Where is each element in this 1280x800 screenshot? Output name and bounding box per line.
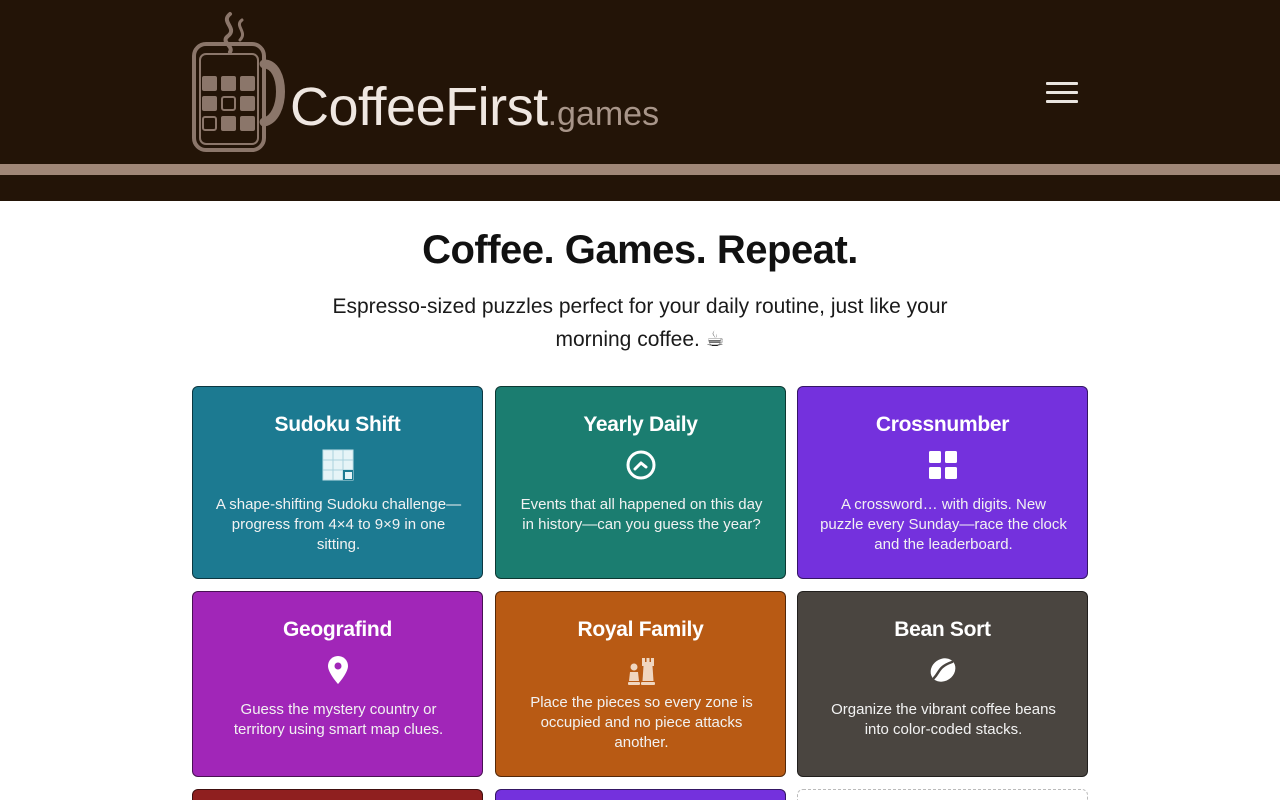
game-card-royal-family[interactable]: Royal Family Place the pieces so every z… bbox=[495, 591, 786, 777]
game-description: A crossword… with digits. New puzzle eve… bbox=[820, 496, 1067, 553]
game-description: Organize the vibrant coffee beans into c… bbox=[831, 701, 1056, 738]
game-card-geografind[interactable]: Geografind Guess the mystery country or … bbox=[192, 591, 483, 777]
brand-tld: .games bbox=[547, 95, 660, 133]
game-card-partial[interactable] bbox=[192, 789, 483, 800]
game-title: Geografind bbox=[282, 618, 392, 641]
game-title: Royal Family bbox=[577, 618, 704, 641]
brand-main: CoffeeFirst bbox=[290, 77, 548, 137]
map-pin-icon bbox=[328, 656, 348, 684]
game-title: Sudoku Shift bbox=[274, 413, 401, 436]
game-card-bean-sort[interactable]: Bean Sort Organize the vibrant coffee be… bbox=[797, 591, 1088, 777]
clock-icon bbox=[626, 450, 656, 480]
site-logo[interactable]: CoffeeFirst.games bbox=[190, 10, 659, 155]
coffee-bean-icon bbox=[930, 658, 956, 682]
brand-name: CoffeeFirst.games bbox=[290, 76, 659, 138]
hamburger-menu-icon[interactable] bbox=[1046, 80, 1080, 106]
game-card-yearly-daily[interactable]: Yearly Daily Events that all happened on… bbox=[495, 386, 786, 579]
sudoku-grid-icon bbox=[322, 449, 354, 481]
game-card-crossnumber[interactable]: Crossnumber A crossword… with digits. Ne… bbox=[797, 386, 1088, 579]
game-title: Yearly Daily bbox=[583, 413, 698, 436]
game-card-sudoku-shift[interactable]: Sudoku Shift A shape-shifting Sudoku cha… bbox=[192, 386, 483, 579]
game-description: Events that all happened on this day in … bbox=[520, 496, 763, 533]
game-description: A shape-shifting Sudoku challenge—progre… bbox=[215, 496, 462, 553]
chess-pieces-icon bbox=[628, 658, 655, 685]
game-title: Crossnumber bbox=[875, 413, 1010, 436]
site-header: CoffeeFirst.games bbox=[0, 0, 1280, 201]
game-card-placeholder bbox=[797, 789, 1088, 800]
game-card-partial[interactable] bbox=[495, 789, 786, 800]
game-title: Bean Sort bbox=[894, 618, 991, 641]
game-description: Guess the mystery country or territory u… bbox=[233, 701, 444, 738]
grid-squares-icon bbox=[929, 451, 957, 479]
page-title: Coffee. Games. Repeat. bbox=[422, 228, 858, 272]
page-subtitle: Espresso-sized puzzles perfect for your … bbox=[332, 295, 948, 351]
game-description: Place the pieces so every zone is occupi… bbox=[530, 694, 753, 751]
header-stripe bbox=[0, 164, 1280, 175]
coffee-mug-logo-icon bbox=[192, 12, 285, 152]
